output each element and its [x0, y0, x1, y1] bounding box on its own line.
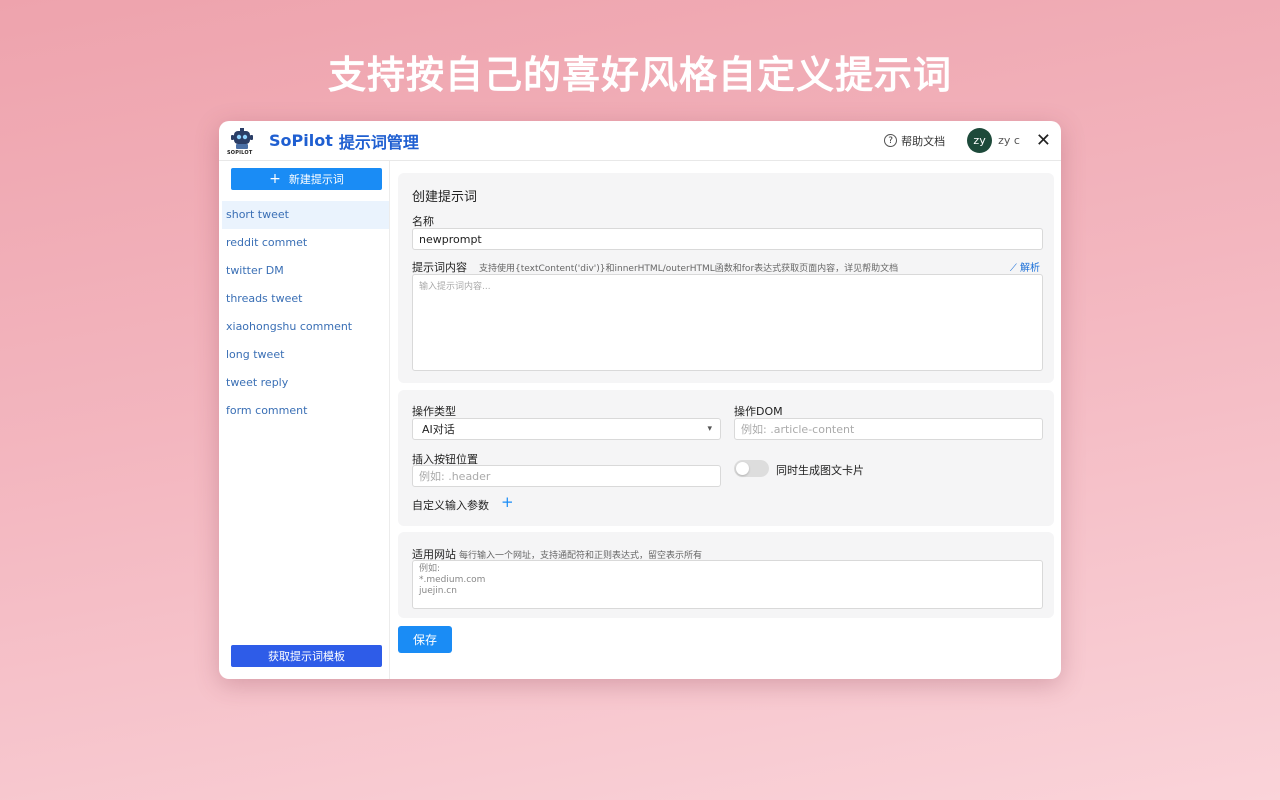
robot-logo-icon: SOPILOT: [227, 127, 255, 156]
question-icon: ?: [884, 134, 898, 147]
prompt-editor: 创建提示词 名称 newprompt 提示词内容 支持使用{textConten…: [391, 161, 1061, 679]
name-label: 名称: [412, 215, 434, 228]
username: zy c: [998, 134, 1020, 147]
custom-params-label: 自定义输入参数: [412, 499, 489, 512]
op-type-value: AI对话: [422, 423, 455, 436]
help-docs-link[interactable]: ? 帮助文档: [884, 133, 945, 149]
op-dom-input[interactable]: 例如: .article-content: [734, 418, 1043, 440]
prompt-item[interactable]: twitter DM: [222, 257, 389, 285]
op-type-label: 操作类型: [412, 405, 456, 418]
add-param-plus-icon[interactable]: +: [501, 493, 514, 511]
logo-text: SOPILOT: [227, 149, 253, 156]
prompt-item[interactable]: threads tweet: [222, 285, 389, 313]
form-title: 创建提示词: [412, 190, 478, 205]
prompt-item[interactable]: reddit commet: [222, 229, 389, 257]
name-input[interactable]: newprompt: [412, 228, 1043, 250]
save-button[interactable]: 保存: [398, 626, 452, 653]
get-templates-button[interactable]: 获取提示词模板: [231, 645, 382, 667]
content-textarea[interactable]: 输入提示词内容...: [412, 274, 1043, 371]
chevron-down-icon: ▾: [707, 424, 712, 434]
app-brand: SoPilot: [269, 131, 333, 150]
plus-icon: +: [269, 171, 281, 187]
basic-info-panel: 创建提示词 名称 newprompt 提示词内容 支持使用{textConten…: [398, 173, 1054, 383]
parse-label: 解析: [1020, 263, 1040, 274]
prompt-item[interactable]: short tweet: [222, 201, 389, 229]
content-label: 提示词内容: [412, 261, 467, 274]
avatar[interactable]: zy: [967, 128, 993, 153]
new-prompt-button[interactable]: + 新建提示词: [231, 168, 382, 190]
close-icon[interactable]: ✕: [1036, 131, 1051, 150]
content-hint: 支持使用{textContent('div')}和innerHTML/outer…: [479, 264, 899, 274]
toggle-knob: [736, 462, 749, 475]
page-title: 提示词管理: [338, 132, 419, 152]
op-dom-label: 操作DOM: [734, 405, 783, 418]
op-type-select[interactable]: AI对话 ▾: [412, 418, 721, 440]
insert-pos-input[interactable]: 例如: .header: [412, 465, 721, 487]
new-prompt-label: 新建提示词: [288, 173, 344, 186]
prompt-manager-window: SOPILOT SoPilot 提示词管理 ? 帮助文档 zy zy c ✕ +…: [219, 121, 1061, 679]
title-bar: SOPILOT SoPilot 提示词管理 ? 帮助文档 zy zy c ✕: [219, 121, 1061, 161]
prompt-item[interactable]: form comment: [222, 397, 389, 425]
card-toggle[interactable]: [734, 460, 769, 477]
sidebar: + 新建提示词 short tweet reddit commet twitte…: [219, 161, 390, 679]
prompt-item[interactable]: xiaohongshu comment: [222, 313, 389, 341]
magic-wand-icon: ⟋: [1009, 263, 1017, 274]
card-toggle-label: 同时生成图文卡片: [776, 464, 864, 477]
prompt-list: short tweet reddit commet twitter DM thr…: [222, 201, 389, 425]
prompt-item[interactable]: long tweet: [222, 341, 389, 369]
sites-textarea[interactable]: 例如: *.medium.com juejin.cn: [412, 560, 1043, 609]
action-settings-panel: 操作类型 AI对话 ▾ 操作DOM 例如: .article-content 插…: [398, 390, 1054, 526]
prompt-item[interactable]: tweet reply: [222, 369, 389, 397]
help-docs-label: 帮助文档: [901, 134, 946, 148]
sites-panel: 适用网站 每行输入一个网址，支持通配符和正则表达式，留空表示所有 例如: *.m…: [398, 532, 1054, 618]
parse-button[interactable]: ⟋ 解析: [1010, 259, 1040, 274]
hero-title: 支持按自己的喜好风格自定义提示词: [327, 53, 952, 97]
